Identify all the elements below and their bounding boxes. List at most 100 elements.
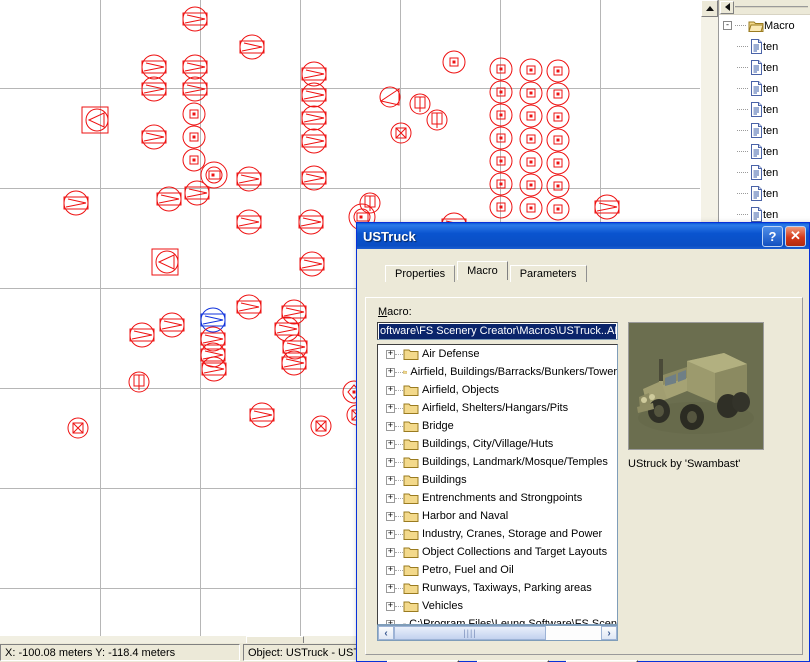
map-object[interactable] <box>197 352 231 386</box>
ustruck-dialog[interactable]: USTruck ? ✕ Properties Macro Parameters Ma… <box>356 222 810 662</box>
map-object[interactable] <box>277 346 311 380</box>
map-object[interactable] <box>137 120 171 154</box>
expand-toggle[interactable]: + <box>386 511 395 521</box>
tab-parameters[interactable]: Parameters <box>509 265 587 282</box>
tree-horizontal-scrollbar[interactable]: ‹ |||| › <box>377 625 618 641</box>
expand-toggle[interactable]: + <box>386 457 395 467</box>
map-object[interactable] <box>180 176 214 210</box>
macro-tree-root[interactable]: - Macro <box>719 15 810 36</box>
scroll-track[interactable]: |||| <box>394 626 601 640</box>
tree-item[interactable]: + Industry, Cranes, Storage and Power <box>378 525 617 543</box>
map-object[interactable] <box>150 245 184 279</box>
expand-toggle[interactable]: + <box>386 547 395 557</box>
tree-item[interactable]: + Petro, Fuel and Oil <box>378 561 617 579</box>
macro-tree-item-label: ten <box>763 145 779 158</box>
map-object[interactable] <box>297 124 331 158</box>
map-object[interactable] <box>541 192 575 226</box>
expand-toggle[interactable]: + <box>386 493 395 503</box>
panel-scroll-row[interactable] <box>719 0 810 15</box>
close-button[interactable]: ✕ <box>785 225 806 247</box>
expand-toggle[interactable]: + <box>386 349 395 359</box>
tree-item[interactable]: + Airfield, Buildings/Barracks/Bunkers/To… <box>378 363 617 381</box>
scroll-thumb[interactable]: |||| <box>394 626 546 640</box>
map-object[interactable] <box>178 2 212 36</box>
map-object[interactable] <box>59 186 93 220</box>
tree-item[interactable]: + Runways, Taxiways, Parking areas <box>378 579 617 597</box>
map-object[interactable] <box>304 409 338 443</box>
macro-tree-item[interactable]: ten <box>719 120 810 141</box>
tree-item[interactable]: + Bridge <box>378 417 617 435</box>
macro-tree-item[interactable]: ten <box>719 183 810 204</box>
macro-path-input[interactable]: oftware\FS Scenery Creator\Macros\USTruc… <box>377 322 618 340</box>
help-button[interactable]: ? <box>762 225 783 247</box>
tree-item[interactable]: + Harbor and Naval <box>378 507 617 525</box>
tree-item[interactable]: + Airfield, Objects <box>378 381 617 399</box>
tree-connector <box>395 605 403 607</box>
expand-toggle[interactable]: + <box>386 439 395 449</box>
tree-item[interactable]: + Vehicles <box>378 597 617 615</box>
tree-item-label: Entrenchments and Strongpoints <box>422 492 583 504</box>
macro-tree-item[interactable]: ten <box>719 162 810 183</box>
tree-item[interactable]: + Buildings, City/Village/Huts <box>378 435 617 453</box>
expand-toggle[interactable]: + <box>386 565 395 575</box>
macro-category-tree[interactable]: + Air Defense + Airfield, Buildings/Barrack… <box>377 344 618 625</box>
map-object[interactable] <box>245 398 279 432</box>
tab-label: Properties <box>395 268 446 280</box>
expand-toggle[interactable]: + <box>386 475 395 485</box>
tree-item[interactable]: + Entrenchments and Strongpoints <box>378 489 617 507</box>
map-object[interactable] <box>484 190 518 224</box>
macro-tree-item[interactable]: ten <box>719 141 810 162</box>
map-object[interactable] <box>420 103 454 137</box>
map-object[interactable] <box>232 290 266 324</box>
map-object[interactable] <box>137 72 171 106</box>
map-object[interactable] <box>232 205 266 239</box>
map-object[interactable] <box>235 30 269 64</box>
macro-tree-item[interactable]: ten <box>719 36 810 57</box>
scroll-right-button[interactable]: › <box>601 626 617 640</box>
tree-connector <box>735 25 746 26</box>
map-object[interactable] <box>590 190 624 224</box>
expand-toggle[interactable]: + <box>386 367 395 377</box>
tab-macro[interactable]: Macro <box>457 261 508 280</box>
expand-toggle[interactable]: + <box>386 385 395 395</box>
map-object[interactable] <box>125 318 159 352</box>
tree-item[interactable]: + Object Collections and Target Layouts <box>378 543 617 561</box>
map-object[interactable] <box>61 411 95 445</box>
map-object[interactable] <box>437 45 471 79</box>
map-object[interactable] <box>297 161 331 195</box>
scroll-left-button[interactable] <box>720 0 734 14</box>
map-object[interactable] <box>294 205 328 239</box>
tree-item[interactable]: + C:\Program Files\Leung Software\FS Scen <box>378 615 617 624</box>
map-object[interactable] <box>373 80 407 114</box>
expand-toggle[interactable]: + <box>386 421 395 431</box>
tab-strip[interactable]: Properties Macro Parameters <box>385 261 801 282</box>
dialog-titlebar[interactable]: USTruck ? ✕ <box>357 223 809 249</box>
collapse-toggle[interactable]: - <box>723 21 732 30</box>
map-object[interactable] <box>80 103 114 137</box>
map-object[interactable] <box>232 162 266 196</box>
scroll-up-button[interactable] <box>701 0 718 17</box>
map-object[interactable] <box>155 308 189 342</box>
map-object[interactable] <box>122 365 156 399</box>
macro-tree-item[interactable]: ten <box>719 99 810 120</box>
tree-item[interactable]: + Air Defense <box>378 345 617 363</box>
scroll-left-button[interactable]: ‹ <box>378 626 394 640</box>
expand-toggle[interactable]: + <box>386 403 395 413</box>
tab-properties[interactable]: Properties <box>385 265 456 282</box>
macro-preview-image <box>628 322 764 450</box>
tree-item[interactable]: + Airfield, Shelters/Hangars/Pits <box>378 399 617 417</box>
macro-tree-item[interactable]: ten <box>719 78 810 99</box>
map-object[interactable] <box>295 247 329 281</box>
expand-toggle[interactable]: + <box>386 601 395 611</box>
macro-tree-item[interactable]: ten <box>719 57 810 78</box>
macro-tree-item-label: ten <box>763 103 779 116</box>
tree-item[interactable]: + Buildings <box>378 471 617 489</box>
tree-item-label: Air Defense <box>422 348 480 360</box>
tree-connector <box>395 371 403 373</box>
tree-item[interactable]: + Buildings, Landmark/Mosque/Temples <box>378 453 617 471</box>
macro-tree-item-label: ten <box>763 187 779 200</box>
expand-toggle[interactable]: + <box>386 583 395 593</box>
tree-item-label: Airfield, Shelters/Hangars/Pits <box>422 402 569 414</box>
map-object[interactable] <box>384 116 418 150</box>
expand-toggle[interactable]: + <box>386 529 395 539</box>
